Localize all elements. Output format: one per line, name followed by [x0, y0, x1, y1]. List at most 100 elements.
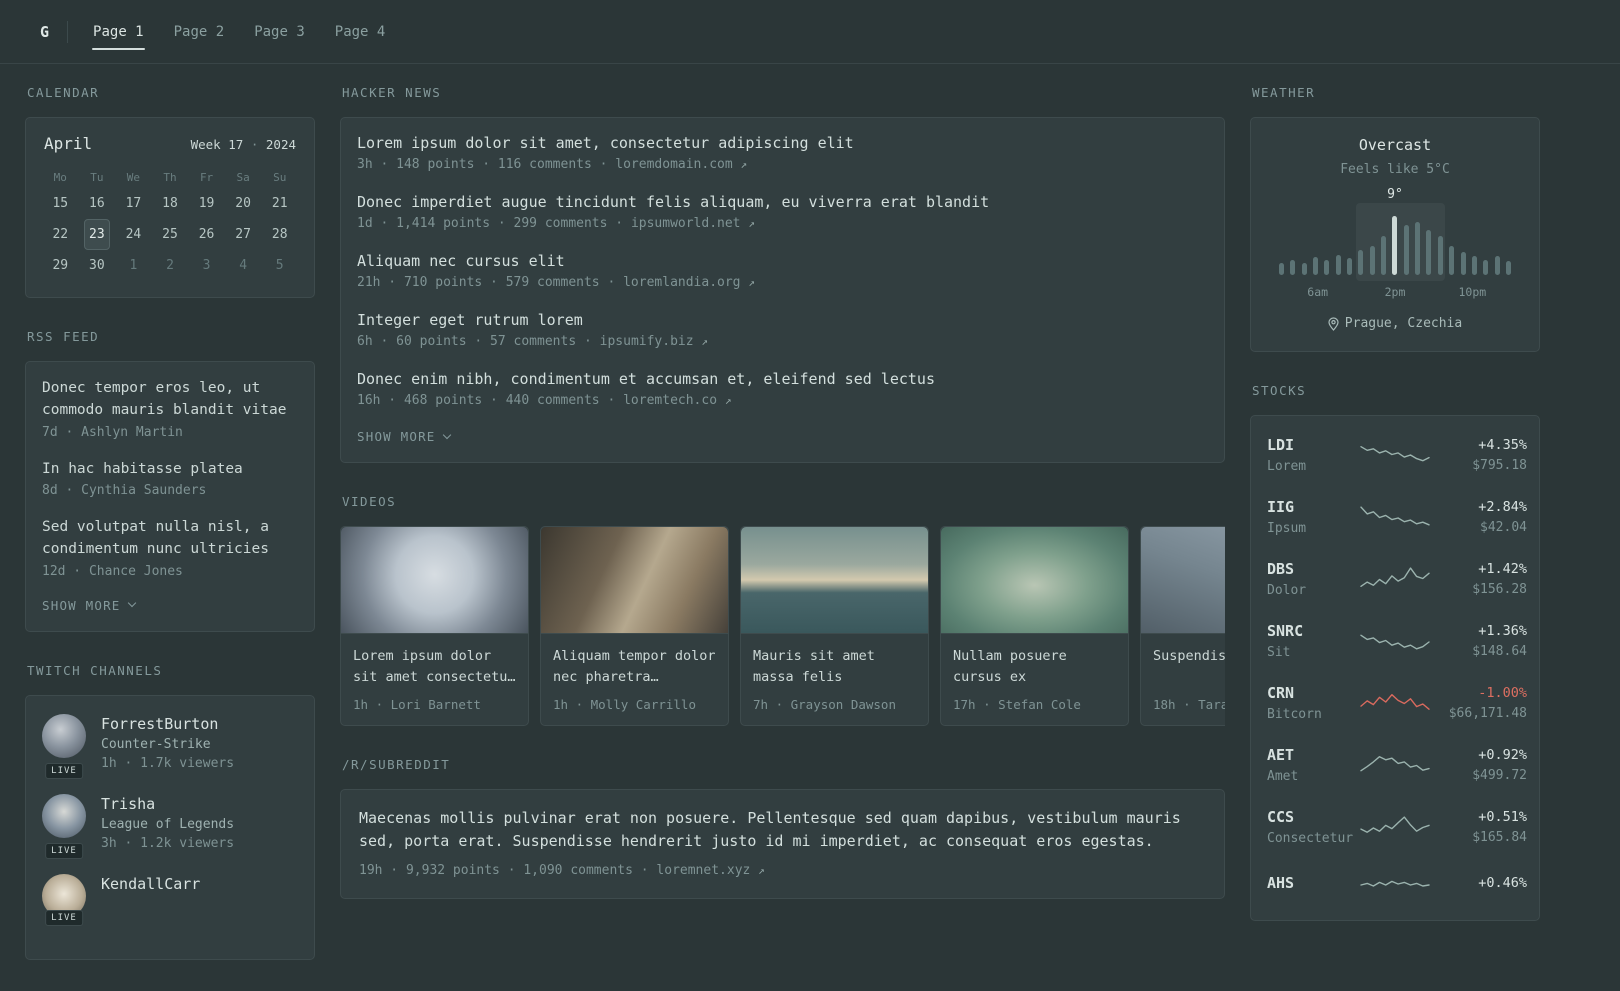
tab-page-2[interactable]: Page 2	[173, 24, 226, 40]
calendar-day[interactable]: 22	[42, 219, 79, 250]
video-thumbnail[interactable]	[341, 527, 528, 634]
stock-symbol: AET	[1267, 746, 1295, 764]
twitch-section-title: TWITCH CHANNELS	[27, 662, 163, 678]
video-card[interactable]: Aliquam tempor dolor nec pharetra… 1h · M…	[540, 526, 729, 726]
stock-row[interactable]: SNRC Sit +1.36% $148.64	[1267, 610, 1527, 672]
video-meta: 1h · Lori Barnett	[353, 697, 481, 712]
calendar-day[interactable]: 2	[152, 250, 189, 281]
twitch-channel-name[interactable]: ForrestBurton	[101, 715, 234, 733]
twitch-channel-info: Trisha League of Legends 3h · 1.2k viewers	[101, 794, 234, 851]
hacker-news-item-title[interactable]: Donec enim nibh, condimentum et accumsan…	[357, 370, 1208, 388]
stock-row[interactable]: DBS Dolor +1.42% $156.28	[1267, 548, 1527, 610]
calendar-day[interactable]: 24	[115, 219, 152, 250]
calendar-day[interactable]: 18	[152, 188, 189, 219]
video-body: Nullam posuere cursus ex 17h · Stefan Col…	[941, 634, 1128, 725]
twitch-avatar-wrap: LIVE	[42, 873, 86, 926]
separator-dot: ·	[250, 137, 259, 152]
stock-symbol-block: IIG Ipsum	[1267, 498, 1359, 536]
calendar-day[interactable]: 29	[42, 250, 79, 281]
weather-bar	[1324, 260, 1330, 275]
video-thumbnail[interactable]	[741, 527, 928, 634]
rss-item[interactable]: Donec tempor eros leo, ut commodo mauris…	[42, 378, 298, 440]
calendar-day[interactable]: 1	[115, 250, 152, 281]
video-thumbnail[interactable]	[941, 527, 1128, 634]
hacker-news-show-more-button[interactable]: SHOW MORE	[357, 429, 1208, 444]
subreddit-post-title[interactable]: Maecenas mollis pulvinar erat non posuer…	[359, 807, 1206, 854]
hacker-news-item-title[interactable]: Aliquam nec cursus elit	[357, 252, 1208, 270]
hacker-news-item-domain[interactable]: loremtech.co	[623, 393, 717, 408]
hacker-news-item-title[interactable]: Lorem ipsum dolor sit amet, consectetur …	[357, 134, 1208, 152]
chevron-down-icon	[442, 430, 451, 439]
twitch-channel-row[interactable]: LIVE KendallCarr	[42, 873, 298, 926]
stock-row[interactable]: CRN Bitcorn -1.00% $66,171.48	[1267, 672, 1527, 734]
hacker-news-item-domain[interactable]: ipsumify.biz	[600, 334, 694, 349]
video-card[interactable]: Lorem ipsum dolor sit amet consectetu… 1h…	[340, 526, 529, 726]
video-card[interactable]: Suspendisse diam 18h · Tara	[1140, 526, 1225, 726]
calendar-day[interactable]: 15	[42, 188, 79, 219]
video-card[interactable]: Nullam posuere cursus ex 17h · Stefan Col…	[940, 526, 1129, 726]
hacker-news-item-domain[interactable]: loremlandia.org	[623, 275, 740, 290]
calendar-day[interactable]: 23	[83, 219, 111, 250]
video-card[interactable]: Mauris sit amet massa felis 7h · Grayson …	[740, 526, 929, 726]
hacker-news-item-domain[interactable]: ipsumworld.net	[631, 216, 741, 231]
stock-price: $42.04	[1480, 520, 1527, 535]
twitch-channel-row[interactable]: LIVE Trisha League of Legends 3h · 1.2k vie…	[42, 793, 298, 859]
subreddit-card: Maecenas mollis pulvinar erat non posuer…	[340, 789, 1225, 899]
calendar-day[interactable]: 30	[79, 250, 116, 281]
calendar-day[interactable]: 21	[261, 188, 298, 219]
stock-price: $795.18	[1472, 458, 1527, 473]
video-body: Mauris sit amet massa felis 7h · Grayson …	[741, 634, 928, 725]
calendar-day[interactable]: 16	[79, 188, 116, 219]
calendar-day-header: Fr	[199, 171, 214, 184]
rss-item[interactable]: In hac habitasse platea 8d · Cynthia Saun…	[42, 459, 298, 499]
calendar-day[interactable]: 27	[225, 219, 262, 250]
rss-item[interactable]: Sed volutpat nulla nisl, a condimentum n…	[42, 517, 298, 579]
twitch-channel-name[interactable]: KendallCarr	[101, 875, 200, 893]
video-title: Mauris sit amet massa felis	[753, 648, 875, 685]
tab-page-1[interactable]: Page 1	[92, 24, 145, 50]
hacker-news-section-title: HACKER NEWS	[342, 85, 442, 100]
hacker-news-item-title[interactable]: Donec imperdiet augue tincidunt felis al…	[357, 193, 1208, 211]
calendar-day[interactable]: 19	[188, 188, 225, 219]
app-logo[interactable]: G	[40, 23, 49, 41]
video-body: Suspendisse diam 18h · Tara	[1141, 634, 1225, 725]
calendar-day[interactable]: 25	[152, 219, 189, 250]
twitch-channel-meta: 3h · 1.2k viewers	[101, 835, 235, 851]
calendar-day[interactable]: 5	[261, 250, 298, 281]
calendar-day[interactable]: 26	[188, 219, 225, 250]
calendar-day[interactable]: 17	[115, 188, 152, 219]
stock-row[interactable]: CCS Consectetur +0.51% $165.84	[1267, 796, 1527, 858]
tab-page-4[interactable]: Page 4	[334, 24, 387, 40]
stocks-section: STOCKS LDI Lorem +4.35% $795.18 IIG Ipsum +2.8…	[1250, 383, 1540, 921]
video-thumbnail[interactable]	[541, 527, 728, 634]
stock-value-block: +1.42% $156.28	[1431, 561, 1527, 597]
rss-show-more-label: SHOW MORE	[42, 597, 121, 613]
avatar	[42, 793, 86, 838]
rss-show-more-button[interactable]: SHOW MORE	[42, 598, 298, 613]
stock-symbol: LDI	[1267, 436, 1295, 454]
calendar-week-label: Week 17 · 2024	[191, 137, 296, 152]
stock-row[interactable]: AHS +0.46%	[1267, 858, 1527, 912]
video-body: Lorem ipsum dolor sit amet consectetu… 1h…	[341, 634, 528, 725]
subreddit-section-title: /R/SUBREDDIT	[342, 757, 451, 772]
twitch-channel-name[interactable]: Trisha	[101, 795, 234, 813]
tab-page-3[interactable]: Page 3	[253, 24, 306, 40]
subreddit-post-domain[interactable]: loremnet.xyz	[656, 863, 750, 878]
stock-sparkline	[1360, 506, 1430, 526]
stock-row[interactable]: IIG Ipsum +2.84% $42.04	[1267, 486, 1527, 548]
twitch-channel-row[interactable]: LIVE ForrestBurton Counter-Strike 1h · 1.7k…	[42, 713, 298, 779]
video-thumbnail[interactable]	[1141, 527, 1225, 634]
calendar-day[interactable]: 28	[261, 219, 298, 250]
stock-row[interactable]: LDI Lorem +4.35% $795.18	[1267, 424, 1527, 486]
stock-value-block: +1.36% $148.64	[1431, 623, 1527, 659]
weather-bar	[1301, 262, 1307, 275]
weather-time-label: 10pm	[1458, 285, 1487, 299]
hacker-news-item-title[interactable]: Integer eget rutrum lorem	[357, 311, 1208, 329]
calendar-day[interactable]: 4	[225, 250, 262, 281]
calendar-day[interactable]: 20	[225, 188, 262, 219]
weather-bar	[1290, 259, 1296, 275]
stock-symbol-block: AHS	[1267, 874, 1359, 897]
calendar-day[interactable]: 3	[188, 250, 225, 281]
hacker-news-item-domain[interactable]: loremdomain.com	[615, 157, 732, 172]
stock-row[interactable]: AET Amet +0.92% $499.72	[1267, 734, 1527, 796]
